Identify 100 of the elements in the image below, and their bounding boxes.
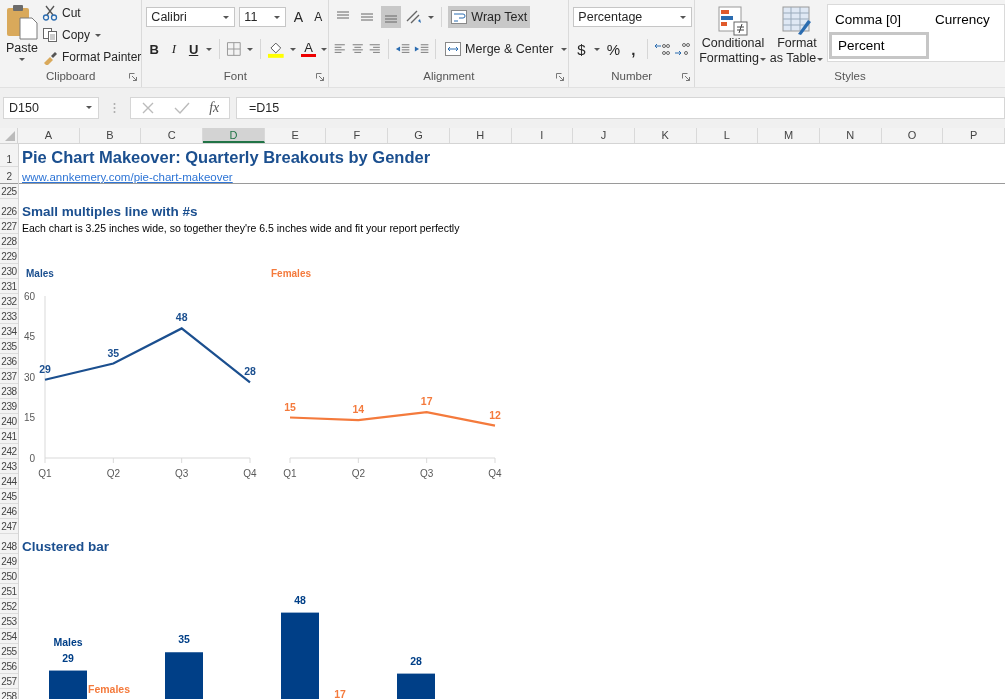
column-header[interactable]: L [696,128,759,143]
italic-button[interactable]: I [166,41,182,57]
vertical-align-button[interactable] [381,6,402,28]
caret-icon[interactable] [288,46,297,52]
row-header[interactable]: 240 [0,414,18,429]
format-as-table-button[interactable]: Format as Table [769,2,825,70]
row-header[interactable]: 234 [0,324,18,339]
column-header[interactable]: D [203,128,265,143]
row-header[interactable]: 232 [0,294,18,309]
decrease-indent-icon[interactable] [394,42,411,56]
row-header[interactable]: 236 [0,354,18,369]
row-header[interactable]: 237 [0,369,18,384]
row-header[interactable]: 233 [0,309,18,324]
row-header[interactable]: 256 [0,659,18,674]
row-header[interactable]: 227 [0,219,18,234]
caret-icon[interactable] [320,46,329,52]
column-header[interactable]: P [943,128,1005,143]
column-header[interactable]: F [326,128,389,143]
row-header[interactable]: 247 [0,519,18,534]
format-painter-button[interactable]: Format Painter [42,48,142,66]
row-header[interactable]: 243 [0,459,18,474]
column-header[interactable]: M [758,128,820,143]
row-header[interactable]: 2 [0,167,18,184]
horizontal-align-icon[interactable] [368,42,382,56]
link[interactable]: www.annkemery.com/pie-chart-makeover [22,171,233,183]
column-header[interactable]: H [449,128,512,143]
row-header[interactable]: 257 [0,674,18,689]
caret-icon[interactable] [205,46,214,52]
comma-style-button[interactable]: , [625,40,642,58]
column-header[interactable]: I [511,128,574,143]
wrap-text-button[interactable]: Wrap Text [448,6,531,28]
caret-icon[interactable] [593,46,602,52]
row-header[interactable]: 241 [0,429,18,444]
row-header[interactable]: 231 [0,279,18,294]
grow-font-button[interactable]: A [290,9,307,25]
column-header[interactable]: G [388,128,450,143]
dialog-launcher-icon[interactable] [556,73,565,81]
row-header[interactable]: 1 [0,144,18,167]
underline-button[interactable]: U [185,41,202,57]
row-header[interactable]: 253 [0,614,18,629]
check-icon[interactable] [173,100,190,115]
row-header[interactable]: 250 [0,569,18,584]
font-family-dropdown[interactable]: Calibri [146,7,236,27]
column-header[interactable]: J [573,128,635,143]
row-header[interactable]: 228 [0,234,18,249]
row-header[interactable]: 244 [0,474,18,489]
row-header[interactable]: 242 [0,444,18,459]
row-header[interactable]: 249 [0,554,18,569]
column-header[interactable]: N [819,128,882,143]
cell-style-item[interactable]: Currency [929,6,1005,32]
decrease-decimal-icon[interactable] [674,41,691,57]
percent-button[interactable]: % [605,40,622,58]
row-header[interactable]: 239 [0,399,18,414]
horizontal-align-icon[interactable] [350,42,365,56]
column-header[interactable]: E [264,128,327,143]
row-header[interactable]: 246 [0,504,18,519]
row-header[interactable]: 255 [0,644,18,659]
row-header[interactable]: 248 [0,534,18,554]
row-header[interactable]: 238 [0,384,18,399]
column-header[interactable]: K [634,128,697,143]
orientation-icon[interactable] [405,9,424,25]
dialog-launcher-icon[interactable] [129,73,138,81]
cell-style-item[interactable]: Comma [0] [829,6,929,32]
column-header[interactable]: O [881,128,944,143]
fill-color-icon[interactable] [267,40,285,58]
column-header[interactable]: B [79,128,142,143]
row-header[interactable]: 252 [0,599,18,614]
cut-button[interactable]: Cut [42,4,142,22]
row-header[interactable]: 229 [0,249,18,264]
increase-indent-icon[interactable] [414,42,430,56]
dialog-launcher-icon[interactable] [682,73,690,81]
name-box[interactable]: D150 [3,96,99,119]
caret-icon[interactable] [560,46,569,52]
paste-button[interactable]: Paste [4,2,40,70]
axis-label: Q2 [351,468,365,479]
increase-decimal-icon[interactable] [654,41,671,57]
row-header[interactable]: 225 [0,184,18,199]
row-header[interactable]: 226 [0,199,18,219]
row-header[interactable]: 230 [0,264,18,279]
font-size-dropdown[interactable]: 11 [239,7,287,27]
horizontal-align-icon[interactable] [333,42,347,56]
row-header[interactable]: 254 [0,629,18,644]
insert-function-button[interactable]: fx [209,99,220,116]
currency-button[interactable]: $ [573,40,590,58]
row-header[interactable]: 235 [0,339,18,354]
font-color-button[interactable]: A [300,41,317,57]
formula-field[interactable]: =D15 [236,96,1005,119]
dialog-launcher-icon[interactable] [316,73,325,81]
column-header[interactable]: A [18,128,80,143]
conditional-formatting-button[interactable]: Conditional Formatting [699,2,767,70]
caret-icon[interactable] [427,14,436,20]
cell-style-item[interactable]: Percent [829,32,929,59]
caret-icon[interactable] [246,46,255,52]
bold-button[interactable]: B [146,41,163,57]
row-header[interactable]: 245 [0,489,18,504]
merge-center-button[interactable]: Merge & Center [442,38,557,60]
copy-button[interactable]: Copy [42,26,142,44]
number-format-dropdown[interactable]: Percentage [573,7,693,27]
shrink-font-button[interactable]: A [310,10,327,24]
row-header[interactable]: 251 [0,584,18,599]
